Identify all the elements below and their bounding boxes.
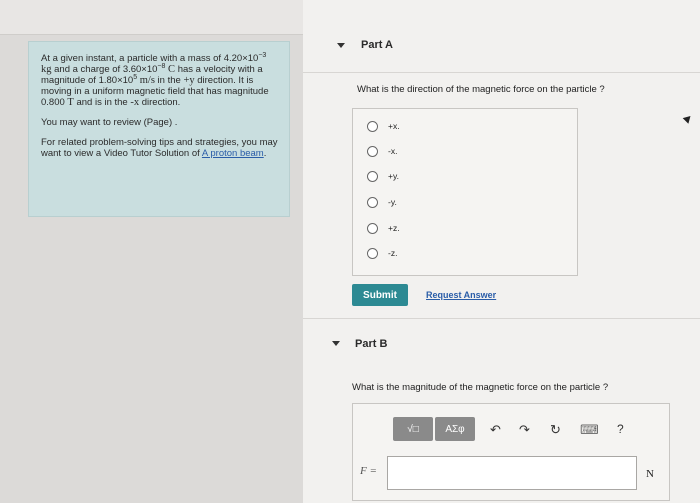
option-plus-z[interactable]: +z.	[367, 221, 400, 235]
templates-button[interactable]: √□	[393, 417, 433, 441]
left-topbar	[0, 0, 303, 35]
radio-icon[interactable]	[367, 247, 378, 259]
tips-text: For related problem-solving tips and str…	[41, 137, 278, 159]
reset-icon[interactable]: ↻	[550, 422, 561, 438]
help-button[interactable]: ?	[617, 422, 624, 436]
symbols-button[interactable]: ΑΣφ	[435, 417, 475, 441]
problem-text: At a given instant, a particle with a ma…	[41, 51, 269, 108]
option-plus-y[interactable]: +y.	[367, 169, 399, 183]
request-answer-link[interactable]: Request Answer	[426, 290, 496, 300]
answer-options: +x. -x. +y. -y. +z. -z.	[352, 108, 578, 276]
math-toolbar: √□ ΑΣφ	[393, 417, 475, 441]
video-tutor-link[interactable]: A proton beam	[202, 148, 264, 159]
option-minus-y[interactable]: -y.	[367, 195, 397, 209]
radio-icon[interactable]	[367, 170, 378, 182]
variable-label: F =	[360, 465, 377, 477]
undo-icon[interactable]: ↶	[490, 422, 501, 438]
problem-statement: At a given instant, a particle with a ma…	[28, 41, 290, 217]
radio-icon[interactable]	[367, 222, 378, 234]
part-b-title[interactable]: Part B	[355, 338, 387, 350]
answer-input[interactable]	[387, 456, 637, 490]
keyboard-icon[interactable]: ⌨	[580, 422, 599, 438]
part-b-question: What is the magnitude of the magnetic fo…	[352, 382, 609, 393]
option-minus-z[interactable]: -z.	[367, 246, 397, 260]
divider	[303, 72, 700, 73]
radio-icon[interactable]	[367, 145, 378, 157]
submit-button[interactable]: Submit	[352, 284, 408, 306]
radio-icon[interactable]	[367, 120, 378, 132]
option-minus-x[interactable]: -x.	[367, 144, 397, 158]
redo-icon[interactable]: ↷	[519, 422, 530, 438]
unit-label: N	[646, 468, 654, 480]
part-a-title[interactable]: Part A	[361, 39, 393, 51]
radio-icon[interactable]	[367, 196, 378, 208]
part-a-caret-icon[interactable]	[337, 43, 345, 48]
review-text[interactable]: You may want to review (Page) .	[41, 117, 279, 128]
part-a-question: What is the direction of the magnetic fo…	[357, 84, 605, 95]
part-b-caret-icon[interactable]	[332, 341, 340, 346]
option-plus-x[interactable]: +x.	[367, 119, 400, 133]
divider	[303, 318, 700, 319]
